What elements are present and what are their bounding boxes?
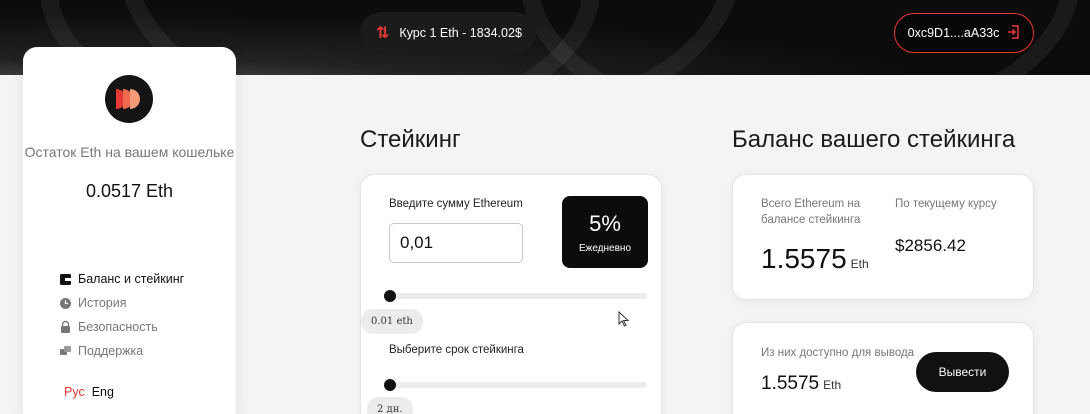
amount-label: Введите сумму Ethereum xyxy=(389,198,523,210)
lock-icon xyxy=(60,321,71,333)
sidebar-item-support[interactable]: Поддержка xyxy=(60,339,184,363)
total-eth-number: 1.5575 xyxy=(761,243,847,274)
wallet-icon xyxy=(60,273,71,285)
lang-en-option[interactable]: Eng xyxy=(92,385,114,399)
mouse-cursor-icon xyxy=(618,311,630,327)
daily-percent-badge: 5% Ежедневно xyxy=(562,196,648,268)
sidebar-item-security[interactable]: Безопасность xyxy=(60,315,184,339)
total-eth-unit: Eth xyxy=(850,257,869,271)
exchange-arrows-icon: ⇅ xyxy=(376,25,390,42)
wallet-address-button[interactable]: 0xc9D1....aA33c xyxy=(894,13,1034,53)
sidebar-item-balance[interactable]: Баланс и стейкинг xyxy=(60,267,184,291)
staking-card: Введите сумму Ethereum 5% Ежедневно 0.01… xyxy=(360,174,662,414)
available-unit: Eth xyxy=(823,378,842,392)
available-number: 1.5575 xyxy=(761,373,820,394)
exchange-rate-text: Курс 1 Eth - 1834.02$ xyxy=(399,26,522,40)
amount-slider[interactable] xyxy=(384,290,647,302)
sidebar-item-label: История xyxy=(78,296,127,310)
support-icon xyxy=(60,345,71,357)
sidebar-item-label: Баланс и стейкинг xyxy=(78,272,185,286)
exchange-rate-badge: ⇅ Курс 1 Eth - 1834.02$ xyxy=(360,12,536,54)
total-eth-value: 1.5575 Eth xyxy=(761,243,869,275)
term-label: Выберите срок стейкинга xyxy=(389,344,524,356)
amount-slider-value: 0.01 eth xyxy=(361,309,423,334)
staking-balance-card: Всего Ethereum на балансе стейкинга 1.55… xyxy=(732,174,1034,300)
term-slider-value: 2 дн. xyxy=(367,397,413,414)
staking-balance-title: Баланс вашего стейкинга xyxy=(732,126,1016,153)
term-slider[interactable] xyxy=(384,379,647,391)
term-slider-handle[interactable] xyxy=(384,379,396,391)
sidebar-nav: Баланс и стейкинг История Безопасность П… xyxy=(60,267,184,363)
staking-title: Стейкинг xyxy=(360,126,461,153)
wallet-address-text: 0xc9D1....aA33c xyxy=(907,26,1000,40)
sidebar: Остаток Eth на вашем кошельке 0.0517 Eth… xyxy=(23,47,236,414)
withdraw-button[interactable]: Вывести xyxy=(916,352,1009,392)
usd-caption: По текущему курсу xyxy=(895,198,997,210)
sidebar-item-label: Поддержка xyxy=(78,344,144,358)
app-logo xyxy=(105,75,153,123)
total-eth-caption: Всего Ethereum на балансе стейкинга xyxy=(761,198,861,226)
withdrawable-card: Из них доступно для вывода 1.5575 Eth Выв… xyxy=(732,322,1034,414)
percent-period: Ежедневно xyxy=(578,242,632,254)
available-value: 1.5575 Eth xyxy=(761,373,841,395)
sidebar-item-history[interactable]: История xyxy=(60,291,184,315)
percent-value: 5% xyxy=(589,210,621,236)
clock-icon xyxy=(60,297,71,309)
sidebar-item-label: Безопасность xyxy=(78,320,158,334)
wallet-balance-caption: Остаток Eth на вашем кошельке xyxy=(24,144,235,160)
lang-ru-option[interactable]: Рус xyxy=(64,385,85,399)
usd-value: $2856.42 xyxy=(895,236,966,255)
available-caption: Из них доступно для вывода xyxy=(761,347,915,359)
amount-slider-handle[interactable] xyxy=(384,290,396,302)
logout-icon xyxy=(1007,24,1020,42)
wallet-balance-value: 0.0517 Eth xyxy=(85,181,174,201)
language-switcher: Рус Eng xyxy=(64,385,114,399)
amount-input[interactable] xyxy=(389,223,523,263)
